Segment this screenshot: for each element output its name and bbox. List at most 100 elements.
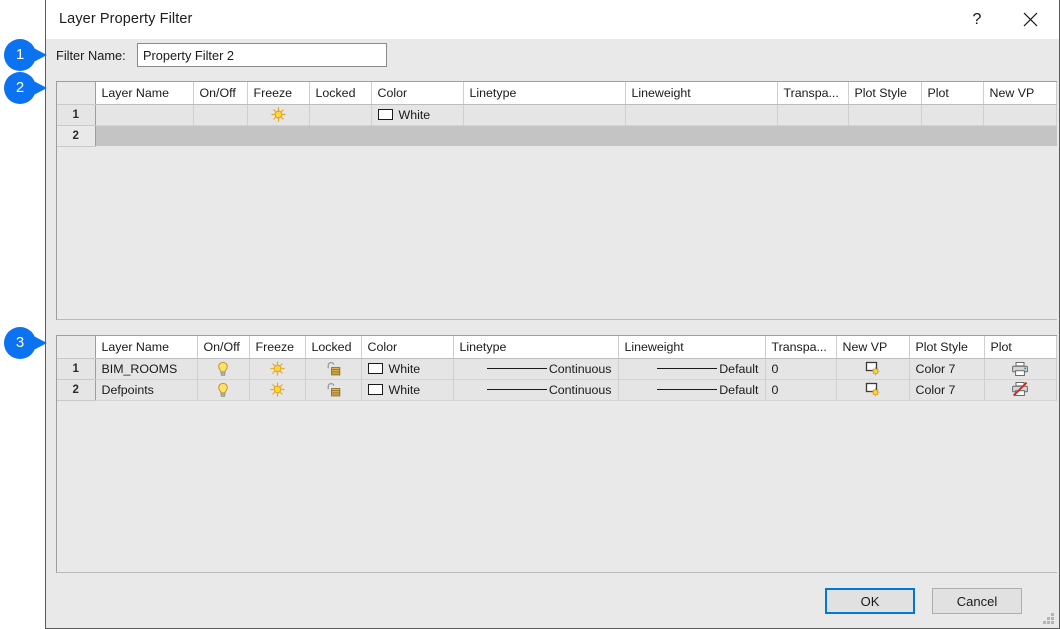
callout-number: 2 — [3, 71, 37, 105]
sun-icon — [270, 361, 285, 376]
layer-cell-color-label: White — [389, 383, 421, 397]
layer-row-number[interactable]: 1 — [57, 358, 95, 379]
filter-grid-header-row: Layer Name On/Off Freeze Locked Color Li… — [57, 82, 1057, 104]
layer-grid-corner[interactable] — [57, 336, 95, 358]
callout-number: 1 — [3, 38, 37, 72]
dialog-footer: OK Cancel — [46, 580, 1059, 628]
layer-cell-lineweight-label: Default — [719, 362, 758, 376]
filter-cell-linetype[interactable] — [463, 104, 625, 125]
layer-cell-lineweight-label: Default — [719, 383, 758, 397]
filter-cell-new-vp[interactable] — [983, 104, 1057, 125]
layer-col-plot[interactable]: Plot — [984, 336, 1057, 358]
layer-cell-on-off[interactable] — [197, 358, 249, 379]
filter-col-plot[interactable]: Plot — [921, 82, 983, 104]
close-x-icon — [1022, 11, 1039, 28]
linetype-preview-continuous — [487, 389, 547, 390]
layer-cell-linetype[interactable]: Continuous — [453, 379, 618, 400]
filter-col-plot-style[interactable]: Plot Style — [848, 82, 921, 104]
table-row[interactable]: 2 — [57, 125, 1057, 146]
layer-cell-new-vp[interactable] — [836, 379, 909, 400]
callout-badge-3: 3 — [3, 326, 48, 360]
filter-row-number[interactable]: 2 — [57, 125, 95, 146]
sun-icon — [270, 382, 285, 397]
linetype-preview-continuous — [487, 368, 547, 369]
lineweight-preview-default — [657, 368, 717, 369]
filter-cell-plot[interactable] — [921, 104, 983, 125]
layer-cell-color[interactable]: White — [361, 379, 453, 400]
layer-cell-freeze[interactable] — [249, 379, 305, 400]
layer-cell-plot-style[interactable]: Color 7 — [909, 358, 984, 379]
filter-cell-plot-style[interactable] — [848, 104, 921, 125]
table-row[interactable]: 1 BIM_ROOMS — [57, 358, 1057, 379]
layer-row-number[interactable]: 2 — [57, 379, 95, 400]
callout-badge-2: 2 — [3, 71, 48, 105]
layer-cell-new-vp[interactable] — [836, 358, 909, 379]
filter-cell-transparency[interactable] — [777, 104, 848, 125]
unlocked-padlock-icon — [325, 361, 341, 376]
layer-cell-color[interactable]: White — [361, 358, 453, 379]
filter-col-transparency[interactable]: Transpa... — [777, 82, 848, 104]
layer-col-locked[interactable]: Locked — [305, 336, 361, 358]
layer-cell-on-off[interactable] — [197, 379, 249, 400]
layer-cell-transparency[interactable]: 0 — [765, 358, 836, 379]
layer-col-lineweight[interactable]: Lineweight — [618, 336, 765, 358]
filter-name-label: Filter Name: — [56, 48, 126, 63]
filter-col-color[interactable]: Color — [371, 82, 463, 104]
table-row[interactable]: 2 Defpoints — [57, 379, 1057, 400]
filter-name-input[interactable] — [137, 43, 387, 67]
layer-cell-transparency[interactable]: 0 — [765, 379, 836, 400]
layer-cell-layer-name[interactable]: BIM_ROOMS — [95, 358, 197, 379]
layer-col-on-off[interactable]: On/Off — [197, 336, 249, 358]
filter-col-new-vp[interactable]: New VP — [983, 82, 1057, 104]
help-button[interactable]: ? — [954, 0, 1000, 39]
layer-cell-plot[interactable] — [984, 379, 1057, 400]
filter-cell-color-label: White — [399, 108, 431, 122]
layer-cell-lineweight[interactable]: Default — [618, 379, 765, 400]
filter-row-number[interactable]: 1 — [57, 104, 95, 125]
filter-col-on-off[interactable]: On/Off — [193, 82, 247, 104]
filter-col-freeze[interactable]: Freeze — [247, 82, 309, 104]
sun-icon — [271, 107, 286, 122]
layer-col-plot-style[interactable]: Plot Style — [909, 336, 984, 358]
new-viewport-freeze-icon — [864, 361, 882, 377]
layer-col-linetype[interactable]: Linetype — [453, 336, 618, 358]
filter-col-lineweight[interactable]: Lineweight — [625, 82, 777, 104]
layer-cell-layer-name[interactable]: Defpoints — [95, 379, 197, 400]
lineweight-preview-default — [657, 389, 717, 390]
filter-empty-row-cell[interactable] — [95, 125, 1057, 146]
layer-col-transparency[interactable]: Transpa... — [765, 336, 836, 358]
layer-col-layer-name[interactable]: Layer Name — [95, 336, 197, 358]
callout-number: 3 — [3, 326, 37, 360]
layer-grid-header-row: Layer Name On/Off Freeze Locked Color Li… — [57, 336, 1057, 358]
layer-cell-locked[interactable] — [305, 358, 361, 379]
layer-col-new-vp[interactable]: New VP — [836, 336, 909, 358]
layer-cell-freeze[interactable] — [249, 358, 305, 379]
filter-col-locked[interactable]: Locked — [309, 82, 371, 104]
close-button[interactable] — [1007, 0, 1053, 39]
cancel-button[interactable]: Cancel — [932, 588, 1022, 614]
ok-button[interactable]: OK — [825, 588, 915, 614]
filter-cell-lineweight[interactable] — [625, 104, 777, 125]
filter-grid-corner[interactable] — [57, 82, 95, 104]
filter-cell-on-off[interactable] — [193, 104, 247, 125]
filter-cell-freeze[interactable] — [247, 104, 309, 125]
table-row[interactable]: 1 — [57, 104, 1057, 125]
layer-col-color[interactable]: Color — [361, 336, 453, 358]
filter-cell-layer-name[interactable] — [95, 104, 193, 125]
printer-no-plot-icon — [1011, 381, 1030, 398]
filter-col-layer-name[interactable]: Layer Name — [95, 82, 193, 104]
layer-cell-plot[interactable] — [984, 358, 1057, 379]
layer-list-grid[interactable]: Layer Name On/Off Freeze Locked Color Li… — [56, 335, 1057, 573]
title-bar: Layer Property Filter ? — [46, 0, 1059, 39]
resize-grip-icon[interactable] — [1042, 612, 1055, 625]
layer-cell-locked[interactable] — [305, 379, 361, 400]
layer-col-freeze[interactable]: Freeze — [249, 336, 305, 358]
layer-cell-lineweight[interactable]: Default — [618, 358, 765, 379]
layer-cell-plot-style[interactable]: Color 7 — [909, 379, 984, 400]
filter-cell-locked[interactable] — [309, 104, 371, 125]
filter-definition-grid[interactable]: Layer Name On/Off Freeze Locked Color Li… — [56, 81, 1057, 320]
layer-cell-linetype[interactable]: Continuous — [453, 358, 618, 379]
filter-col-linetype[interactable]: Linetype — [463, 82, 625, 104]
color-swatch-white — [378, 109, 393, 120]
filter-cell-color[interactable]: White — [371, 104, 463, 125]
